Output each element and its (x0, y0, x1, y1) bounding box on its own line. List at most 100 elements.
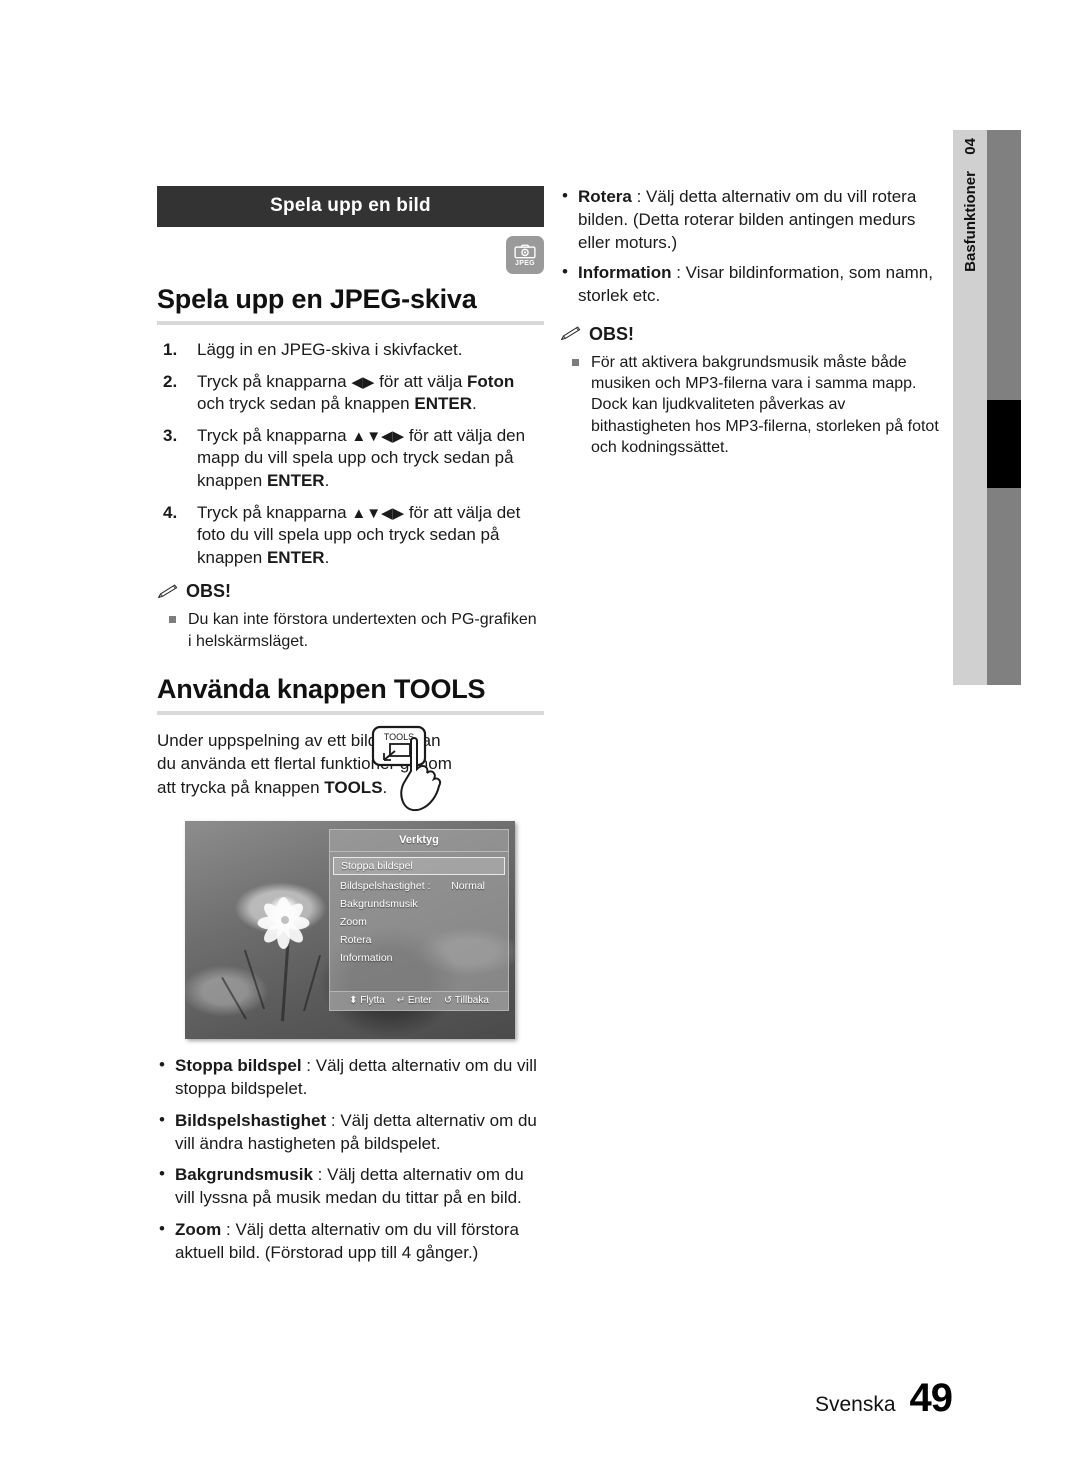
option-bullet: Information : Visar bildinformation, som… (560, 261, 948, 308)
manual-page: 04 Basfunktioner Spela upp en bild JPEG … (0, 0, 1080, 1479)
return-icon: ↺ (443, 995, 455, 1007)
emphasis-text: ENTER (266, 547, 325, 567)
body-text: . (324, 471, 330, 491)
svg-text:TOOLS: TOOLS (384, 732, 414, 742)
option-bullet: Stoppa bildspel : Välj detta alternativ … (157, 1054, 544, 1101)
menu-hint-label: Tillbaka (454, 995, 489, 1007)
verktyg-menu-item[interactable]: Bildspelshastighet : Normal (333, 878, 505, 894)
step-item: 3. Tryck på knapparna ▲▼◀▶ för att välja … (157, 425, 544, 493)
verktyg-menu-item-label: Bildspelshastighet : (340, 880, 431, 893)
step-number: 3. (163, 425, 178, 445)
verktyg-menu-item-label: Rotera (340, 934, 372, 947)
verktyg-menu-item[interactable]: Rotera (333, 932, 505, 948)
menu-hint: ↵ Enter (397, 995, 432, 1006)
option-bullet: Zoom : Välj detta alternativ om du vill … (157, 1218, 544, 1265)
verktyg-menu-item-label: Zoom (340, 916, 367, 929)
option-separator: : (221, 1219, 236, 1239)
option-bullet: Bakgrundsmusik : Välj detta alternativ o… (157, 1163, 544, 1210)
verktyg-menu-item[interactable]: Information (333, 950, 505, 966)
tools-intro-paragraph: Under uppspelning av ett bildspel kan du… (157, 725, 457, 812)
left-column: Spela upp en bild JPEG Spela upp en JPEG… (157, 186, 544, 1274)
chapter-number: 04 (961, 138, 979, 155)
option-separator: : (312, 1165, 328, 1185)
option-separator: : (671, 263, 686, 283)
tv-screenshot: Verktyg Stoppa bildspel Bildspelshastighe… (185, 821, 515, 1040)
emphasis-text: Foton (467, 371, 515, 391)
body-text: . (324, 547, 330, 567)
option-term: Zoom (175, 1219, 222, 1239)
note-items-left: Du kan inte förstora undertexten och PG-… (157, 609, 544, 652)
verktyg-menu-item-label: Information (340, 952, 393, 965)
emphasis-text: ENTER (414, 394, 472, 414)
verktyg-menu-item-label: Bakgrundsmusik (340, 898, 418, 911)
pencil-icon (158, 584, 178, 598)
jpeg-steps-list: 1. Lägg in en JPEG-skiva i skivfacket. 2. T… (157, 339, 544, 569)
option-separator: : (631, 187, 647, 206)
emphasis-text: ENTER (266, 471, 325, 491)
direction-arrows-icon: ▲▼◀▶ (351, 504, 405, 522)
body-text: . (472, 394, 477, 414)
verktyg-menu-footer: ⬍ Flytta ↵ Enter ↺ Tillbaka (330, 991, 508, 1011)
body-text: Tryck på knapparna (197, 425, 352, 445)
pencil-icon (561, 326, 581, 341)
heading-rule (157, 321, 544, 325)
direction-arrows-icon: ◀▶ (351, 373, 375, 391)
footer-page-number: 49 (909, 1376, 953, 1420)
option-term: Bakgrundsmusik (175, 1165, 313, 1185)
section-header-bar: Spela upp en bild (157, 186, 544, 227)
note-title-text-right: OBS! (589, 323, 634, 344)
heading-rule-tools (157, 711, 544, 716)
option-bullet: Bildspelshastighet : Välj detta alternat… (157, 1109, 544, 1156)
chapter-label: Basfunktioner (961, 170, 979, 272)
step-item: 2. Tryck på knapparna ◀▶ för att välja Fo… (157, 371, 544, 416)
jpeg-badge-label: JPEG (515, 259, 535, 267)
body-text: och tryck sedan på knappen (197, 394, 415, 414)
chapter-tab-marker (987, 400, 1021, 488)
note-items-right: För att aktivera bakgrundsmusik måste bå… (560, 352, 948, 458)
verktyg-menu-item-value: Normal (451, 880, 485, 893)
step-number: 1. (163, 340, 178, 359)
option-term: Information (578, 263, 672, 283)
verktyg-menu-items: Stoppa bildspel Bildspelshastighet : Norma… (330, 852, 508, 991)
verktyg-menu-item[interactable]: Zoom (333, 914, 505, 930)
step-item: 4. Tryck på knapparna ▲▼◀▶ för att välja … (157, 502, 544, 570)
enter-icon: ↵ (396, 995, 408, 1007)
note-item: Du kan inte förstora undertexten och PG-… (157, 609, 544, 652)
option-term: Bildspelshastighet (175, 1110, 327, 1130)
menu-hint: ⬍ Flytta (349, 995, 385, 1006)
step-item: 1. Lägg in en JPEG-skiva i skivfacket. (157, 339, 544, 362)
jpeg-media-badge: JPEG (506, 236, 544, 274)
tools-options-list-left: Stoppa bildspel : Välj detta alternativ … (157, 1054, 544, 1265)
step-number: 4. (163, 502, 178, 522)
page-footer: Svenska 49 (814, 1376, 953, 1421)
direction-arrows-icon: ▲▼◀▶ (351, 427, 405, 445)
option-term: Stoppa bildspel (175, 1056, 302, 1076)
verktyg-menu-item[interactable]: Bakgrundsmusik (333, 896, 505, 912)
media-badge-row: JPEG (157, 236, 544, 276)
camera-icon (514, 244, 536, 258)
body-text: Tryck på knapparna (197, 502, 352, 522)
note-title-left: OBS! (157, 581, 544, 602)
verktyg-menu-item[interactable]: Stoppa bildspel (333, 857, 505, 876)
tools-options-list-right: Rotera : Välj detta alternativ om du vil… (560, 185, 948, 308)
body-text: för att välja (374, 371, 468, 391)
verktyg-menu-item-label: Stoppa bildspel (341, 860, 413, 873)
heading-play-jpeg-disc: Spela upp en JPEG-skiva (157, 284, 477, 314)
body-text: Tryck på knapparna (197, 371, 352, 391)
option-term: Rotera (578, 187, 632, 206)
step-number: 2. (163, 371, 178, 391)
menu-hint-label: Enter (407, 995, 432, 1007)
option-separator: : (326, 1110, 341, 1130)
footer-language: Svenska (814, 1393, 896, 1416)
updown-arrow-icon: ⬍ (349, 995, 361, 1007)
chapter-tab-text-group: 04 Basfunktioner (953, 138, 987, 272)
option-bullet: Rotera : Välj detta alternativ om du vil… (560, 185, 948, 254)
body-text: Lägg in en JPEG-skiva i skivfacket. (197, 340, 463, 359)
note-title-right: OBS! (560, 324, 948, 345)
verktyg-menu: Verktyg Stoppa bildspel Bildspelshastighe… (329, 829, 509, 1012)
menu-hint-label: Flytta (360, 995, 385, 1007)
menu-hint: ↺ Tillbaka (444, 995, 489, 1006)
note-block-right: OBS! För att aktivera bakgrundsmusik mås… (560, 324, 948, 458)
right-column: Rotera : Välj detta alternativ om du vil… (560, 185, 948, 462)
verktyg-menu-title: Verktyg (330, 830, 508, 853)
